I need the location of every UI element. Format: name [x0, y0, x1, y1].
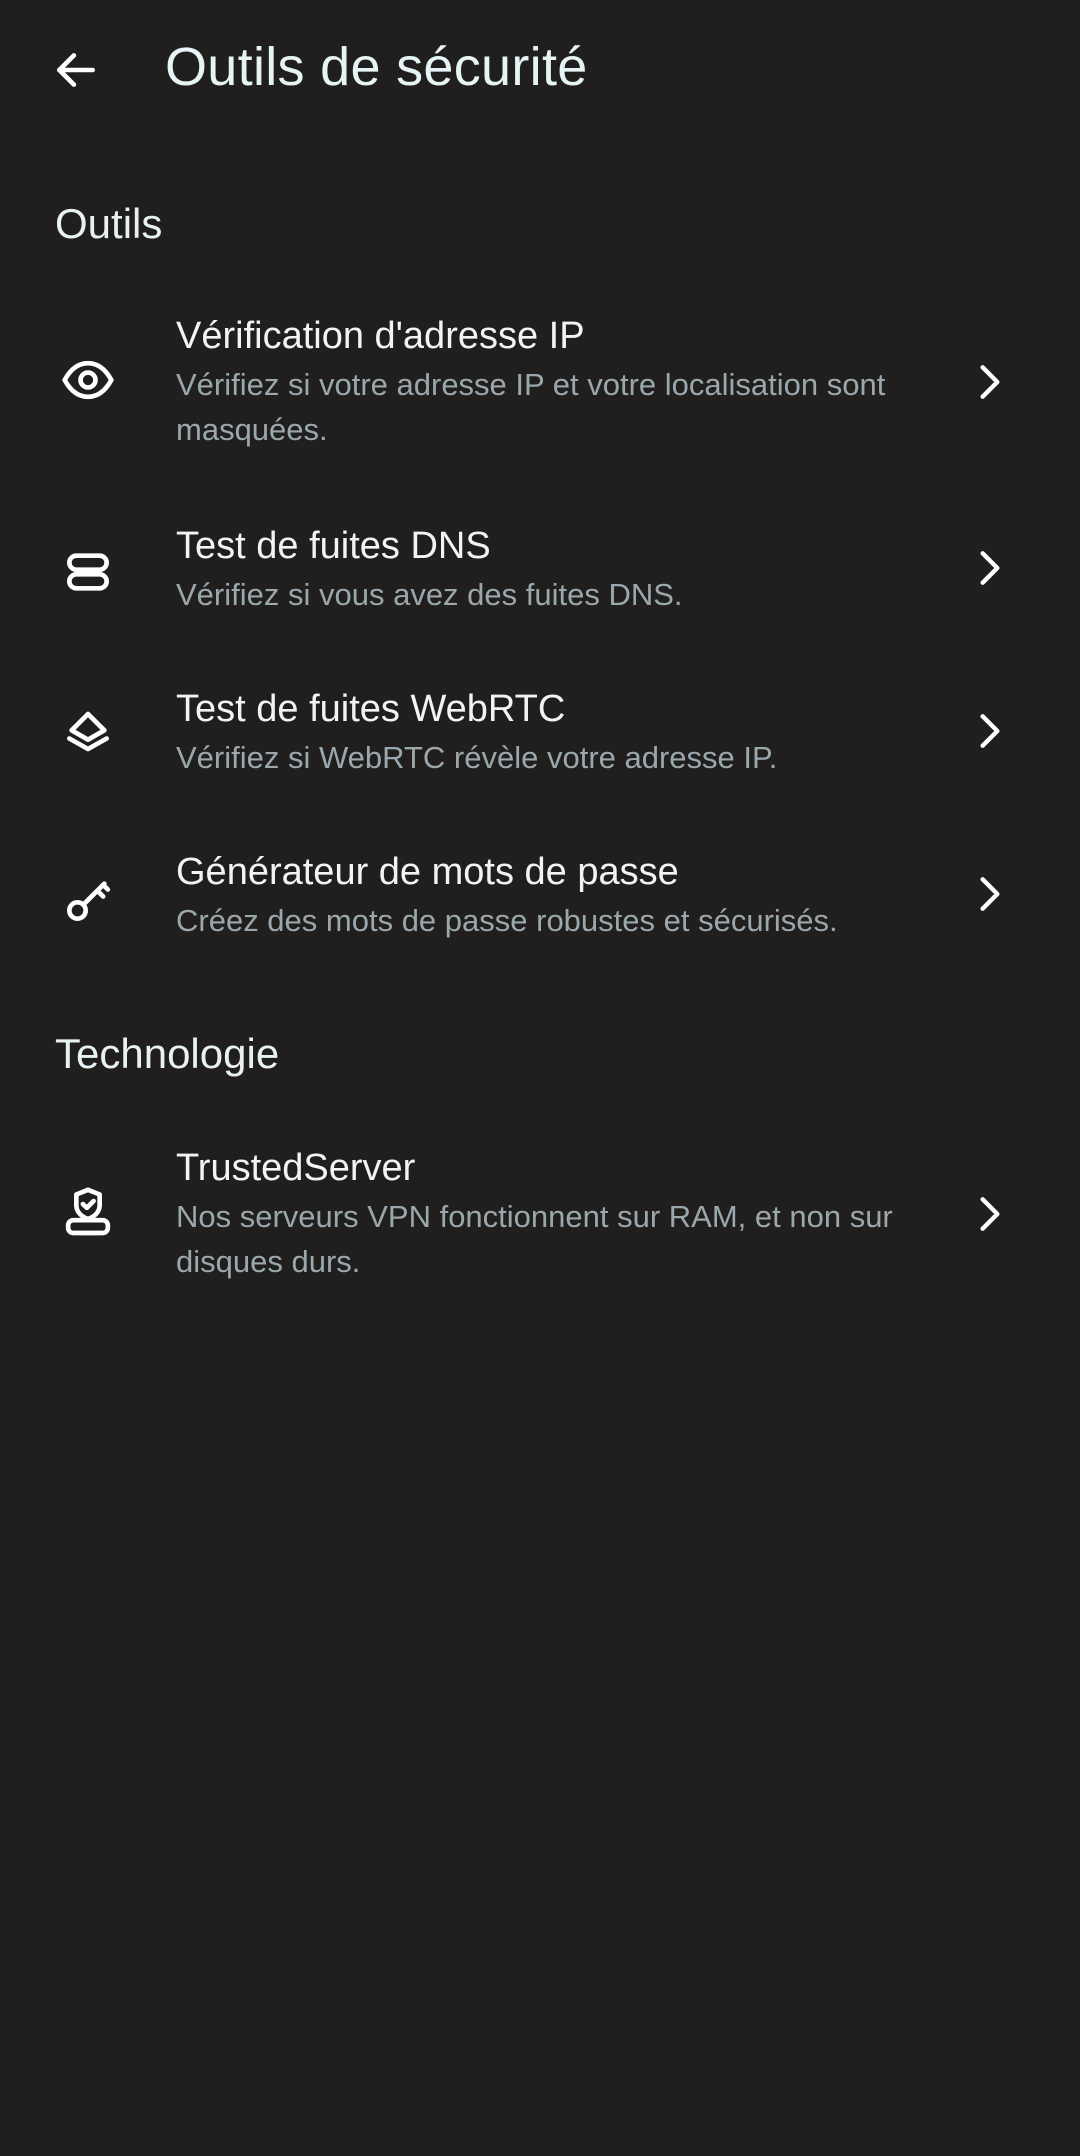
item-subtitle: Nos serveurs VPN fonctionnent sur RAM, e…	[176, 1199, 893, 1279]
shield-server-icon	[52, 1176, 124, 1248]
chevron-right-icon	[960, 701, 1020, 761]
arrow-left-icon	[57, 53, 95, 87]
list-item-webrtc-leak[interactable]: Test de fuites WebRTC Vérifiez si WebRTC…	[0, 685, 1080, 785]
section-header-technologie: Technologie	[55, 1030, 280, 1077]
key-icon	[52, 864, 124, 936]
item-texts: Test de fuites DNS Vérifiez si vous avez…	[176, 522, 896, 617]
item-title: Vérification d'adresse IP	[176, 315, 585, 357]
list-item-password-generator[interactable]: Générateur de mots de passe Créez des mo…	[0, 848, 1080, 948]
chevron-right-icon	[960, 352, 1020, 412]
item-title: TrustedServer	[176, 1147, 416, 1189]
item-texts: Vérification d'adresse IP Vérifiez si vo…	[176, 312, 896, 452]
chevron-right-icon	[960, 1184, 1020, 1244]
item-subtitle: Vérifiez si vous avez des fuites DNS.	[176, 577, 683, 612]
item-subtitle: Créez des mots de passe robustes et sécu…	[176, 903, 838, 938]
item-title: Test de fuites WebRTC	[176, 688, 566, 730]
page-title: Outils de sécurité	[165, 37, 588, 97]
item-texts: Générateur de mots de passe Créez des mo…	[176, 848, 896, 943]
item-subtitle: Vérifiez si votre adresse IP et votre lo…	[176, 367, 886, 447]
top-app-bar: Outils de sécurité	[0, 0, 1080, 140]
server-icon	[52, 536, 124, 608]
list-item-ip-check[interactable]: Vérification d'adresse IP Vérifiez si vo…	[0, 312, 1080, 462]
chevron-right-icon	[960, 864, 1020, 924]
item-title: Test de fuites DNS	[176, 525, 491, 567]
chevron-right-icon	[960, 538, 1020, 598]
list-item-trustedserver[interactable]: TrustedServer Nos serveurs VPN fonctionn…	[0, 1144, 1080, 1294]
item-texts: Test de fuites WebRTC Vérifiez si WebRTC…	[176, 685, 896, 780]
item-title: Générateur de mots de passe	[176, 851, 679, 893]
back-button[interactable]	[36, 30, 116, 110]
eye-icon	[52, 344, 124, 416]
section-header-outils: Outils	[55, 200, 163, 247]
layers-icon	[52, 699, 124, 771]
security-tools-screen: Outils de sécurité Outils Vérification d…	[0, 0, 1080, 2156]
item-texts: TrustedServer Nos serveurs VPN fonctionn…	[176, 1144, 896, 1284]
list-item-dns-leak[interactable]: Test de fuites DNS Vérifiez si vous avez…	[0, 522, 1080, 622]
item-subtitle: Vérifiez si WebRTC révèle votre adresse …	[176, 740, 778, 775]
